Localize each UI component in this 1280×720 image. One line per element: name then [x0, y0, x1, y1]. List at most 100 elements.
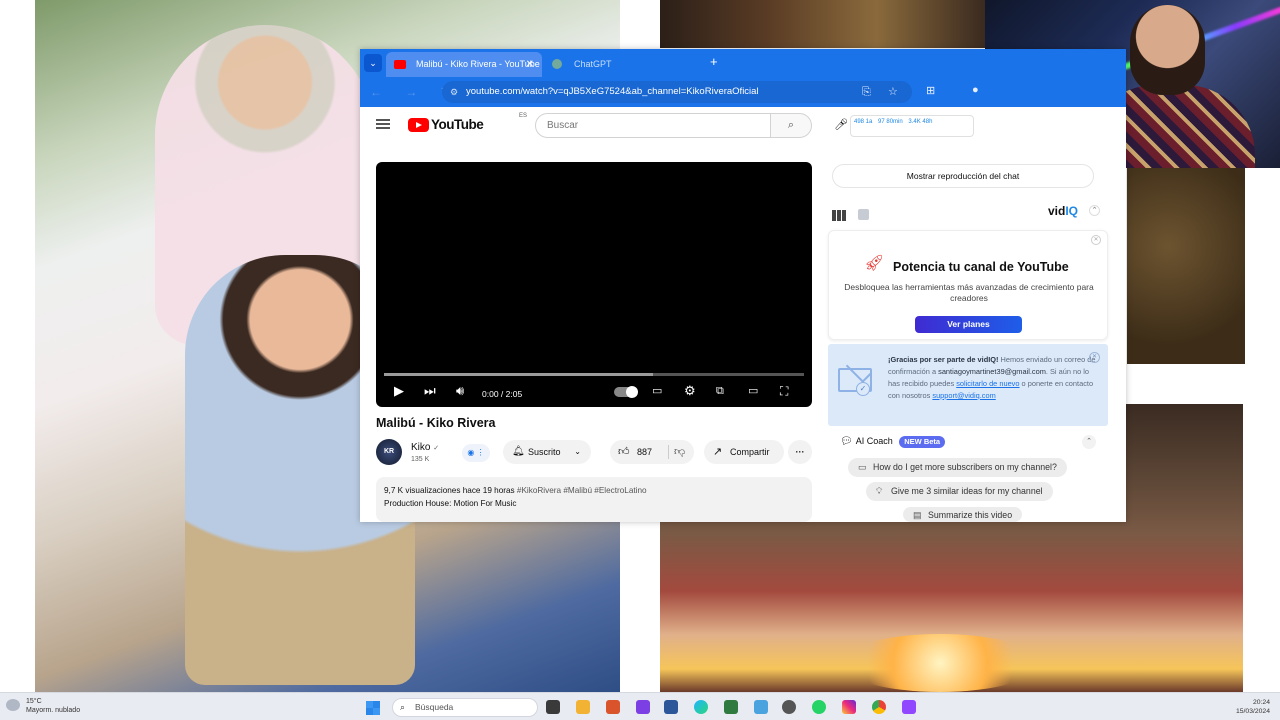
youtube-play-icon — [408, 118, 429, 132]
ai-coach-header: 💬︎ AI Coach NEW Beta — [840, 436, 946, 448]
like-icon[interactable]: 👍︎ — [618, 440, 630, 464]
youtube-page: YouTube ES Buscar ⌕ 🎤︎ 498 1a 97 80min 3… — [360, 107, 1126, 522]
twitch-icon[interactable] — [902, 700, 916, 714]
install-icon[interactable]: ⎘ — [862, 81, 871, 103]
settings-gear-icon[interactable]: ⚙ — [684, 382, 696, 400]
taskbar-search[interactable]: ⌕ Búsqueda — [392, 698, 538, 717]
volume-icon[interactable]: 🔊︎ — [456, 382, 464, 400]
bookmark-star-icon[interactable]: ☆ — [888, 81, 898, 103]
whatsapp-icon[interactable] — [812, 700, 826, 714]
new-tab-button[interactable]: + — [710, 54, 718, 69]
collapse-icon[interactable]: ⌃ — [1089, 205, 1100, 216]
file-explorer-icon[interactable] — [576, 700, 590, 714]
store-icon[interactable] — [664, 700, 678, 714]
windows-taskbar: 15°C Mayorm. nublado ⌕ Búsqueda 20:24 15… — [0, 692, 1280, 720]
notice-text: ¡Gracias por ser parte de vidIQ! Hemos e… — [888, 354, 1098, 402]
promo-title: Potencia tu canal de YouTube — [893, 260, 1069, 274]
verified-icon: ✓ — [433, 445, 440, 452]
miniplayer-icon[interactable]: ⧉ — [716, 382, 724, 400]
coach-suggestion-button[interactable]: ▤ Summarize this video — [903, 507, 1023, 522]
more-actions-button[interactable]: ··· — [788, 440, 812, 464]
desktop-stage: ⌄ Malibú - Kiko Rivera - YouTube ✕ ChatG… — [0, 0, 1280, 720]
menu-icon[interactable] — [376, 119, 390, 129]
tab-chatgpt[interactable]: ChatGPT — [544, 52, 704, 77]
windows-start-icon[interactable] — [366, 701, 380, 715]
check-icon: ✓ — [856, 382, 870, 396]
instagram-icon[interactable] — [842, 700, 856, 714]
support-email-link[interactable]: support@vidiq.com — [932, 391, 995, 400]
search-button[interactable]: ⌕ — [770, 113, 812, 138]
grid-icon[interactable] — [832, 210, 846, 221]
birthday-cake-sparklers — [840, 634, 1040, 692]
task-view-icon[interactable] — [546, 700, 560, 714]
video-player[interactable]: ▶ ⏭ 🔊︎ 0:00 / 2:05 ▭ ⚙ ⧉ ▭ ⛶ — [376, 162, 812, 407]
lightbulb-icon: 💡︎ — [876, 486, 883, 496]
coach-suggestion-button[interactable]: 💡︎ Give me 3 similar ideas for my channe… — [866, 482, 1053, 501]
suggestion-label: Give me 3 similar ideas for my channel — [891, 486, 1043, 496]
avatar[interactable]: KR — [376, 439, 402, 465]
country-code: ES — [519, 113, 528, 119]
coach-suggestion-button[interactable]: ▭ How do I get more subscribers on my ch… — [848, 458, 1067, 477]
weather-widget[interactable]: 15°C Mayorm. nublado — [6, 697, 80, 715]
profile-icon[interactable]: ● — [972, 84, 979, 96]
system-clock[interactable]: 20:24 15/03/2024 — [1236, 698, 1270, 716]
chevron-up-icon[interactable]: ⌃ — [1082, 435, 1096, 449]
weather-desc: Mayorm. nublado — [26, 707, 81, 714]
like-dislike-group: 👍︎ 887 👎︎ — [610, 440, 694, 464]
video-description[interactable]: 9,7 K visualizaciones hace 19 horas #Kik… — [376, 477, 812, 522]
tab-search-icon[interactable]: ⌄ — [364, 54, 382, 72]
youtube-favicon-icon — [394, 60, 406, 69]
site-info-icon[interactable]: ⚙ — [450, 81, 458, 103]
restaurant-photo-top — [660, 0, 985, 48]
edge-icon[interactable] — [694, 700, 708, 714]
clock-time: 20:24 — [1252, 699, 1270, 706]
chatgpt-favicon-icon — [552, 59, 562, 69]
cloud-app-icon[interactable] — [754, 700, 768, 714]
fullscreen-icon[interactable]: ⛶ — [780, 382, 788, 400]
play-icon[interactable]: ▶ — [394, 382, 404, 400]
video-title: Malibú - Kiko Rivera — [376, 416, 496, 430]
hashtags[interactable]: #KikoRivera #Malibú #ElectroLatino — [517, 486, 647, 495]
description-line: Production House: Motion For Music — [384, 499, 517, 508]
autoplay-toggle[interactable] — [614, 386, 638, 398]
youtube-wordmark: YouTube — [431, 117, 484, 132]
chevron-down-icon: ⌄ — [574, 447, 581, 456]
address-bar-row: ← → ↻ ⚙ youtube.com/watch?v=qJB5XeG7524&… — [360, 77, 1126, 107]
image-icon[interactable] — [858, 209, 869, 220]
office-icon[interactable] — [606, 700, 620, 714]
search-input[interactable]: Buscar — [535, 113, 771, 138]
chrome-icon[interactable] — [872, 700, 886, 714]
channel-name-text: Kiko — [411, 442, 431, 453]
video-editor-icon[interactable] — [636, 700, 650, 714]
progress-bar[interactable] — [384, 373, 804, 376]
channel-name[interactable]: Kiko ✓ — [411, 442, 439, 453]
close-notice-icon[interactable]: ✕ — [1089, 352, 1100, 363]
vidiq-stats-widget[interactable]: 498 1a 97 80min 3.4K 48h — [850, 115, 974, 137]
extensions-icon[interactable]: ⊞ — [926, 84, 935, 97]
dislike-icon[interactable]: 👎︎ — [674, 440, 685, 464]
vidiq-channel-badge[interactable]: ◉ ⋮ — [462, 444, 490, 462]
share-icon: ↗ — [713, 446, 723, 458]
theater-mode-icon[interactable]: ▭ — [748, 382, 758, 400]
resend-link[interactable]: solicitarlo de nuevo — [956, 379, 1019, 388]
search-icon: ⌕ — [400, 702, 406, 712]
dark-photo-right — [1127, 168, 1245, 364]
share-button[interactable]: ↗ Compartir — [704, 440, 784, 464]
view-plans-button[interactable]: Ver planes — [915, 316, 1022, 333]
close-icon[interactable]: ✕ — [1091, 235, 1101, 245]
next-icon[interactable]: ⏭ — [424, 382, 436, 400]
cloud-icon — [6, 699, 20, 711]
tab-youtube[interactable]: Malibú - Kiko Rivera - YouTube ✕ — [386, 52, 542, 77]
vidiq-confirmation-notice: ✓ ¡Gracias por ser parte de vidIQ! Hemos… — [828, 344, 1108, 426]
address-bar[interactable]: ⚙ youtube.com/watch?v=qJB5XeG7524&ab_cha… — [442, 81, 912, 103]
close-tab-icon[interactable]: ✕ — [526, 52, 534, 77]
app-icon[interactable] — [724, 700, 738, 714]
subscribe-button[interactable]: 🔔︎ Suscrito ⌄ — [503, 440, 591, 464]
subtitles-icon[interactable]: ▭ — [652, 382, 662, 400]
show-chat-replay-button[interactable]: Mostrar reproducción del chat — [832, 164, 1094, 188]
microphone-icon[interactable]: 🎤︎ — [834, 118, 848, 131]
camera-app-icon[interactable] — [782, 700, 796, 714]
promo-subtitle: Desbloquea las herramientas más avanzada… — [844, 282, 1094, 303]
like-count[interactable]: 887 — [637, 440, 652, 464]
tab-bar: ⌄ Malibú - Kiko Rivera - YouTube ✕ ChatG… — [360, 49, 1126, 77]
